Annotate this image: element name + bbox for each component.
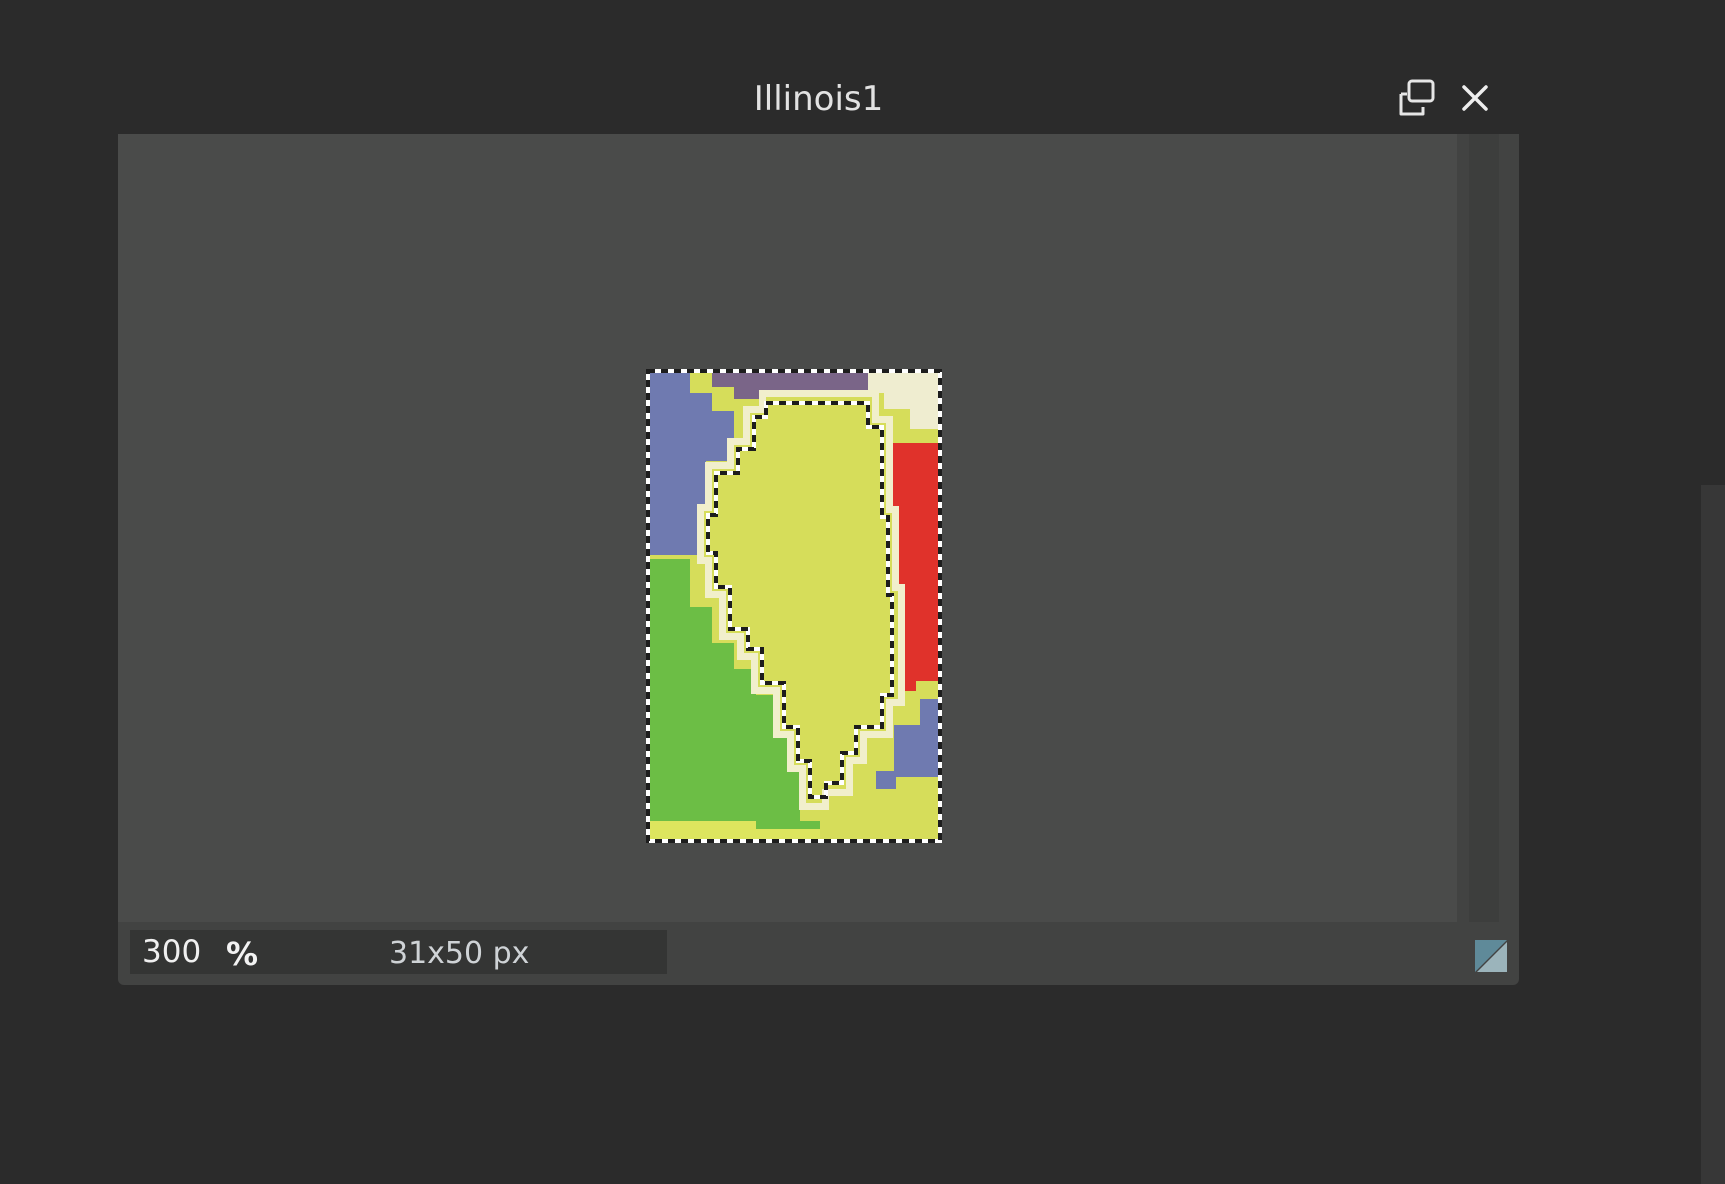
window-title: Illinois1: [753, 79, 884, 119]
zoom-value[interactable]: 300: [142, 934, 201, 970]
adjacent-panel-edge: [1701, 485, 1725, 1184]
vertical-scrollbar-thumb[interactable]: [1469, 134, 1499, 922]
zoom-unit: %: [226, 935, 259, 973]
title-bar[interactable]: Illinois1: [118, 55, 1519, 134]
close-button[interactable]: [1452, 75, 1498, 121]
canvas-area[interactable]: [118, 134, 1457, 922]
document-window: Illinois1 300 % 31x50 px: [118, 55, 1519, 985]
image-size-label: 31x50 px: [389, 936, 530, 971]
resize-grip[interactable]: [1471, 936, 1511, 976]
close-icon: [1452, 75, 1498, 121]
restore-window-icon: [1394, 75, 1440, 121]
restore-window-button[interactable]: [1394, 75, 1440, 121]
status-field: 300 % 31x50 px: [130, 930, 667, 974]
illinois-map-image[interactable]: [646, 369, 942, 843]
vertical-scrollbar[interactable]: [1457, 134, 1519, 922]
status-bar: 300 % 31x50 px: [118, 922, 1519, 985]
resize-grip-icon: [1471, 936, 1511, 976]
